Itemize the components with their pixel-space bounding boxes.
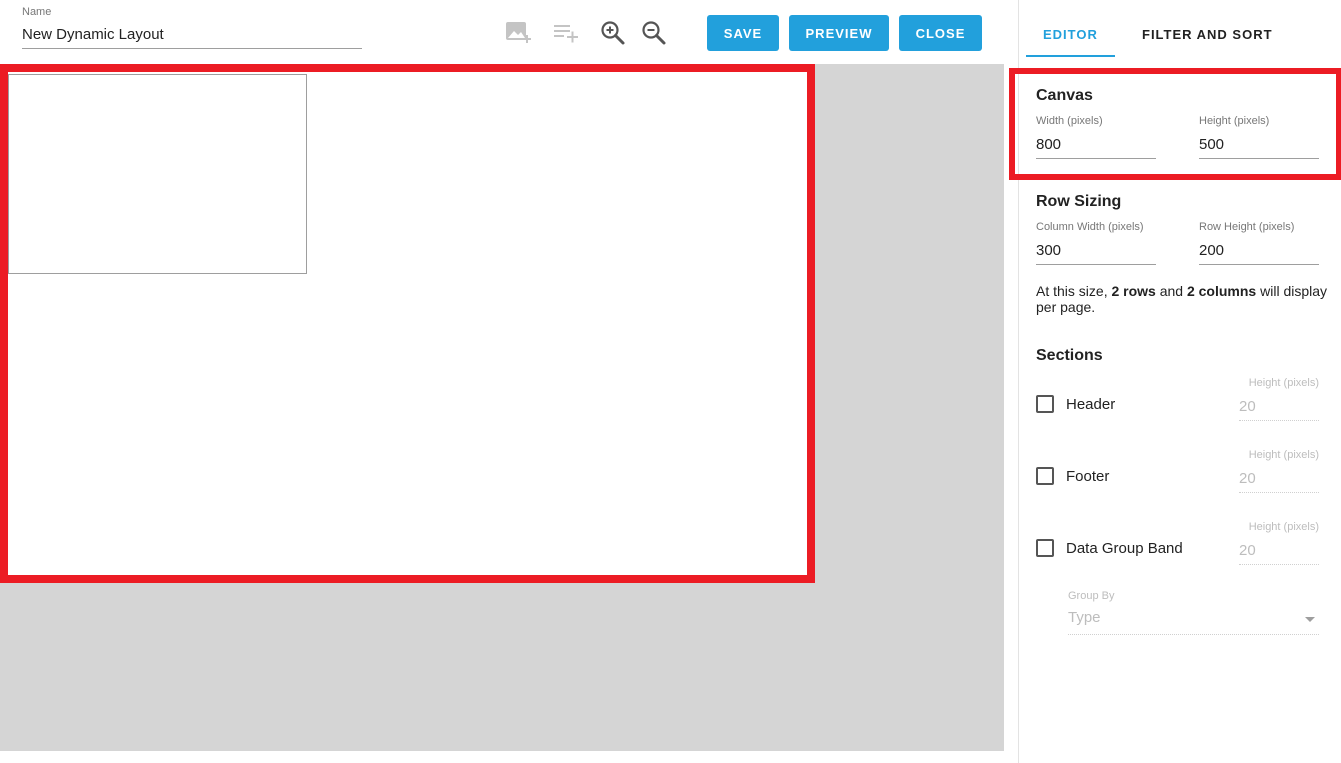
canvas-section-title: Canvas xyxy=(1036,87,1093,104)
canvas-height-label: Height (pixels) xyxy=(1199,115,1270,127)
properties-panel: EDITOR FILTER AND SORT Canvas Width (pix… xyxy=(1009,0,1341,763)
row-height-field: Row Height (pixels) xyxy=(1199,221,1319,265)
page-capacity-note: At this size, 2 rows and 2 columns will … xyxy=(1036,283,1336,315)
top-toolbar: Name SAVE xyxy=(0,0,1004,64)
rows-count: 2 rows xyxy=(1111,283,1156,299)
section-data-group-band-row: Data Group Band Height (pixels) xyxy=(1036,521,1326,565)
canvas-height-input[interactable] xyxy=(1199,134,1319,159)
note-prefix: At this size, xyxy=(1036,283,1112,299)
group-by-select[interactable]: Type xyxy=(1068,609,1319,635)
data-group-band-height-input[interactable] xyxy=(1239,540,1319,565)
footer-checkbox[interactable] xyxy=(1036,467,1054,485)
row-sizing-title: Row Sizing xyxy=(1036,193,1122,210)
footer-height-label: Height (pixels) xyxy=(1248,449,1319,461)
section-footer-row: Footer Height (pixels) xyxy=(1036,449,1326,493)
canvas-height-field: Height (pixels) xyxy=(1199,115,1319,159)
zoom-in-icon[interactable] xyxy=(598,18,628,48)
preview-button[interactable]: PREVIEW xyxy=(789,15,889,51)
zoom-out-icon[interactable] xyxy=(639,18,669,48)
data-group-band-label: Data Group Band xyxy=(1066,540,1183,557)
columns-count: 2 columns xyxy=(1186,283,1257,299)
layout-name-label: Name xyxy=(22,6,52,18)
save-button[interactable]: SAVE xyxy=(707,15,779,51)
column-width-label: Column Width (pixels) xyxy=(1036,221,1144,233)
canvas-width-field: Width (pixels) xyxy=(1036,115,1156,159)
note-middle: and xyxy=(1155,283,1187,299)
layout-canvas[interactable] xyxy=(0,64,815,583)
header-label: Header xyxy=(1066,396,1116,413)
data-group-band-checkbox[interactable] xyxy=(1036,539,1054,557)
add-row-icon[interactable] xyxy=(551,18,581,48)
layout-name-input[interactable] xyxy=(22,24,362,49)
footer-label: Footer xyxy=(1066,468,1110,485)
group-by-field: Group By Type xyxy=(1068,590,1319,635)
tab-filter-and-sort[interactable]: FILTER AND SORT xyxy=(1142,27,1273,42)
data-group-band-height-field: Height (pixels) xyxy=(1239,521,1319,565)
canvas-width-input[interactable] xyxy=(1036,134,1156,159)
row-height-input[interactable] xyxy=(1199,240,1319,265)
group-by-value: Type xyxy=(1068,609,1101,626)
header-height-field: Height (pixels) xyxy=(1239,377,1319,421)
column-width-input[interactable] xyxy=(1036,240,1156,265)
header-height-label: Height (pixels) xyxy=(1248,377,1319,389)
active-tab-indicator xyxy=(1026,55,1115,57)
tab-editor[interactable]: EDITOR xyxy=(1043,27,1098,42)
bottom-strip xyxy=(0,751,1004,763)
footer-height-field: Height (pixels) xyxy=(1239,449,1319,493)
add-image-icon[interactable] xyxy=(503,18,533,48)
section-header-row: Header Height (pixels) xyxy=(1036,377,1326,421)
header-height-input[interactable] xyxy=(1239,396,1319,421)
close-button[interactable]: CLOSE xyxy=(899,15,982,51)
dropdown-arrow-icon xyxy=(1305,617,1315,622)
panel-tabs: EDITOR FILTER AND SORT xyxy=(1019,0,1341,58)
data-group-band-height-label: Height (pixels) xyxy=(1248,521,1319,533)
header-checkbox[interactable] xyxy=(1036,395,1054,413)
group-by-label: Group By xyxy=(1068,590,1115,602)
canvas-workspace xyxy=(0,64,1004,751)
canvas-width-label: Width (pixels) xyxy=(1036,115,1103,127)
column-width-field: Column Width (pixels) xyxy=(1036,221,1156,265)
sections-title: Sections xyxy=(1036,347,1103,364)
layout-cell[interactable] xyxy=(8,74,307,274)
footer-height-input[interactable] xyxy=(1239,468,1319,493)
layout-name-field: Name xyxy=(22,6,362,49)
row-height-label: Row Height (pixels) xyxy=(1199,221,1295,233)
